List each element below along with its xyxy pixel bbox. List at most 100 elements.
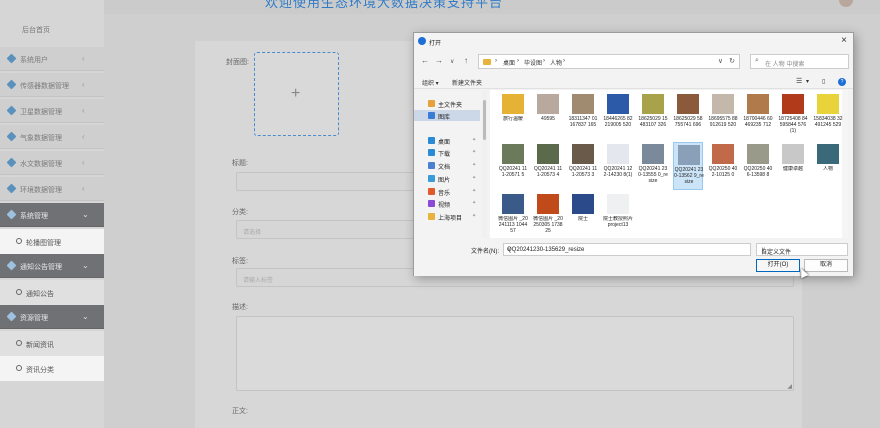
circle-icon xyxy=(16,289,22,295)
nav-pane-item[interactable]: 视频 ✦ xyxy=(414,198,480,209)
view-options-icon[interactable]: ☰ xyxy=(796,77,802,85)
filename-input[interactable]: QQ20241230-135629_resize ∨ xyxy=(503,243,751,256)
sidebar-menu-item[interactable]: 资源管理 ⌄ xyxy=(0,305,104,329)
filetype-select[interactable]: 自定义文件 ∨ xyxy=(756,243,848,256)
chevron-down-icon: ⌄ xyxy=(82,312,89,321)
sidebar-menu-item[interactable]: 气象数据管理 ‹ xyxy=(0,125,104,149)
nav-pane-item[interactable]: 图库 xyxy=(414,110,480,121)
sidebar-menu-item[interactable]: 环境数据管理 ‹ xyxy=(0,177,104,201)
file-name: QQ20241 230-13555 0_resize xyxy=(638,166,668,184)
nav-pane-item[interactable]: 桌面 ✦ xyxy=(414,135,480,146)
back-arrow-icon[interactable]: ← xyxy=(421,56,429,65)
sidebar-menu-item[interactable]: 水文数据管理 ‹ xyxy=(0,151,104,175)
sidebar-submenu-item[interactable]: 通知公告 xyxy=(0,280,104,305)
file-name: 微信图片 _20250305 173825 xyxy=(533,216,563,234)
description-label: 描述: xyxy=(232,304,248,311)
search-input[interactable]: ⌕ 在 人物 中搜索 xyxy=(750,54,849,69)
sidebar-item-home[interactable]: 后台首页 xyxy=(0,16,104,42)
sidebar-menu-item[interactable]: 系统用户 ‹ xyxy=(0,47,104,71)
sidebar-submenu-item[interactable]: 轮播图管理 xyxy=(0,229,104,254)
navigation-scrollbar[interactable] xyxy=(482,90,487,238)
file-item[interactable]: QQ20241 122-14230 8(1) xyxy=(603,142,633,190)
breadcrumb-item[interactable]: 人物 xyxy=(550,58,562,67)
file-item[interactable]: QQ20241 111-20573 3 xyxy=(568,142,598,190)
title-input[interactable] xyxy=(236,172,416,191)
open-button[interactable]: 打开(O) xyxy=(756,259,800,272)
nav-pane-item[interactable]: 主文件夹 xyxy=(414,98,480,109)
close-icon[interactable]: × xyxy=(841,35,847,46)
folder-icon xyxy=(428,213,435,220)
file-item[interactable]: 18695575 88912619 520 xyxy=(708,92,738,140)
file-item[interactable]: 18625029 58755741 696 xyxy=(673,92,703,140)
file-item[interactable]: QQ20241 230-13555 0_resize xyxy=(638,142,668,190)
title-label: 标题: xyxy=(232,160,248,167)
file-item[interactable]: 微信图片 _20241113 104457 xyxy=(498,192,528,240)
file-thumbnail xyxy=(502,94,524,114)
tags-placeholder: 请输入标签 xyxy=(243,278,274,284)
description-textarea[interactable]: ◢ xyxy=(236,316,794,391)
file-item[interactable]: 18725408 84595844 576 (1) xyxy=(778,92,808,140)
sidebar-menu-item[interactable]: 通知公告管理 ⌄ xyxy=(0,254,104,278)
nav-pane-item[interactable]: 文档 ✦ xyxy=(414,160,480,171)
recent-dropdown-icon[interactable]: ∨ xyxy=(450,58,454,65)
file-item[interactable]: 人物 xyxy=(813,142,843,190)
new-folder-button[interactable]: 新建文件夹 xyxy=(452,78,482,87)
sidebar-submenu-label: 轮播图管理 xyxy=(26,240,61,247)
file-item[interactable]: 健康卓越 xyxy=(778,142,808,190)
circle-icon xyxy=(16,340,22,346)
nav-pane-label: 文档 xyxy=(438,165,451,171)
file-item[interactable]: 18446265 82219005 520 xyxy=(603,92,633,140)
sidebar-menu-item[interactable]: 系统管理 ⌄ xyxy=(0,203,104,227)
organize-button[interactable]: 组织 ▾ xyxy=(422,78,439,87)
file-item[interactable]: 18625029 15483107 326 xyxy=(638,92,668,140)
category-select[interactable]: 请选择 xyxy=(236,220,416,239)
sidebar: 后台首页 系统用户 ‹ 传感器数据管理 ‹ 卫星数据管理 ‹ 气象数据管理 ‹ 水文数据管理 ‹ 环… xyxy=(0,0,104,428)
file-item[interactable]: QQ20250 406-13598 8 xyxy=(743,142,773,190)
video-icon xyxy=(428,200,435,207)
file-item[interactable]: 微信图片 _20250305 173825 xyxy=(533,192,563,240)
nav-pane-item[interactable]: 图片 ✦ xyxy=(414,173,480,184)
help-icon[interactable]: ? xyxy=(838,78,846,86)
nav-pane-item[interactable]: 音乐 ✦ xyxy=(414,186,480,197)
dialog-titlebar[interactable]: 打开 × xyxy=(414,33,853,49)
file-name: 18311347 01167837 165 xyxy=(568,116,598,128)
file-item[interactable]: QQ20241 230-13562 9_resize xyxy=(673,142,704,190)
address-bar[interactable]: › 桌面 › 毕设图 › 人物 › ∨ ↻ xyxy=(478,54,740,69)
cancel-button[interactable]: 取消 xyxy=(804,259,848,272)
file-item[interactable]: 院士教授照片 project13 xyxy=(603,192,633,240)
chevron-down-icon[interactable]: ▾ xyxy=(806,78,809,85)
file-item[interactable]: 15834038 32491245 529 xyxy=(813,92,843,140)
file-item[interactable]: 49595 xyxy=(533,92,563,140)
sidebar-menu-item[interactable]: 传感器数据管理 ‹ xyxy=(0,73,104,97)
resize-handle-icon[interactable]: ◢ xyxy=(787,383,792,390)
file-item[interactable]: 18700446 60469235 712 xyxy=(743,92,773,140)
sidebar-menu-item[interactable]: 卫星数据管理 ‹ xyxy=(0,99,104,123)
file-item[interactable]: QQ20241 111-20573 4 xyxy=(533,142,563,190)
file-name: 微信图片 _20241113 104457 xyxy=(498,216,528,234)
forward-arrow-icon[interactable]: → xyxy=(435,56,443,65)
picture-icon xyxy=(428,175,435,182)
file-name: 健康卓越 xyxy=(782,166,803,172)
file-name: 旅行温暖 xyxy=(502,116,523,122)
chevron-left-icon: ‹ xyxy=(82,80,85,89)
chevron-down-icon[interactable]: ∨ xyxy=(507,246,747,253)
scrollbar-thumb[interactable] xyxy=(483,100,486,140)
file-item[interactable]: QQ20241 111-20571 5 xyxy=(498,142,528,190)
chevron-down-icon[interactable]: ∨ xyxy=(718,57,723,65)
file-item[interactable]: 院士 xyxy=(568,192,598,240)
file-thumbnail xyxy=(537,194,559,214)
nav-pane-item[interactable]: 上海项目 ✦ xyxy=(414,211,480,222)
up-arrow-icon[interactable]: ↑ xyxy=(464,56,468,65)
nav-pane-item[interactable]: 下载 ✦ xyxy=(414,147,480,158)
breadcrumb-item[interactable]: 毕设图 xyxy=(524,58,542,67)
refresh-icon[interactable]: ↻ xyxy=(729,57,735,65)
breadcrumb-item[interactable]: 桌面 xyxy=(503,58,515,67)
cover-upload[interactable]: + xyxy=(254,52,339,136)
sidebar-submenu-item[interactable]: 资讯分类 xyxy=(0,356,104,381)
file-item[interactable]: 旅行温暖 xyxy=(498,92,528,140)
category-placeholder: 请选择 xyxy=(243,230,262,236)
preview-pane-icon[interactable]: ▯ xyxy=(822,78,825,85)
file-item[interactable]: 18311347 01167837 165 xyxy=(568,92,598,140)
sidebar-submenu-item[interactable]: 新闻资讯 xyxy=(0,331,104,356)
file-item[interactable]: QQ20250 402-10125 0 xyxy=(708,142,738,190)
